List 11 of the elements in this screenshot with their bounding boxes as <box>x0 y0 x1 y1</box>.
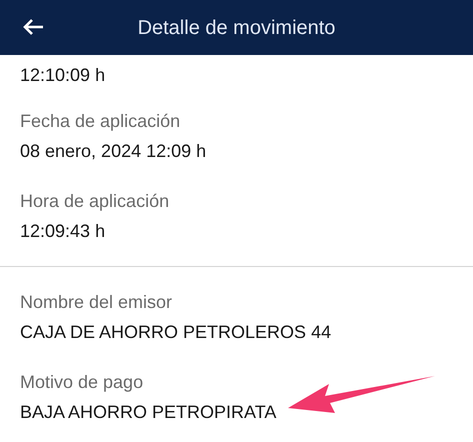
field-value: BAJA AHORRO PETROPIRATA <box>20 401 276 424</box>
field-value: 12:09:43 h <box>20 220 106 243</box>
field-value: 08 enero, 2024 12:09 h <box>20 140 206 163</box>
screen-title: Detalle de movimiento <box>138 16 336 40</box>
back-arrow-icon <box>22 18 44 36</box>
field-label: Fecha de aplicación <box>20 110 180 133</box>
field-label: Nombre del emisor <box>20 291 172 314</box>
field-value: 12:10:09 h <box>20 64 106 87</box>
field-label: Hora de aplicación <box>20 190 170 213</box>
field-value: CAJA DE AHORRO PETROLEROS 44 <box>20 321 332 344</box>
field-label: Motivo de pago <box>20 371 144 394</box>
